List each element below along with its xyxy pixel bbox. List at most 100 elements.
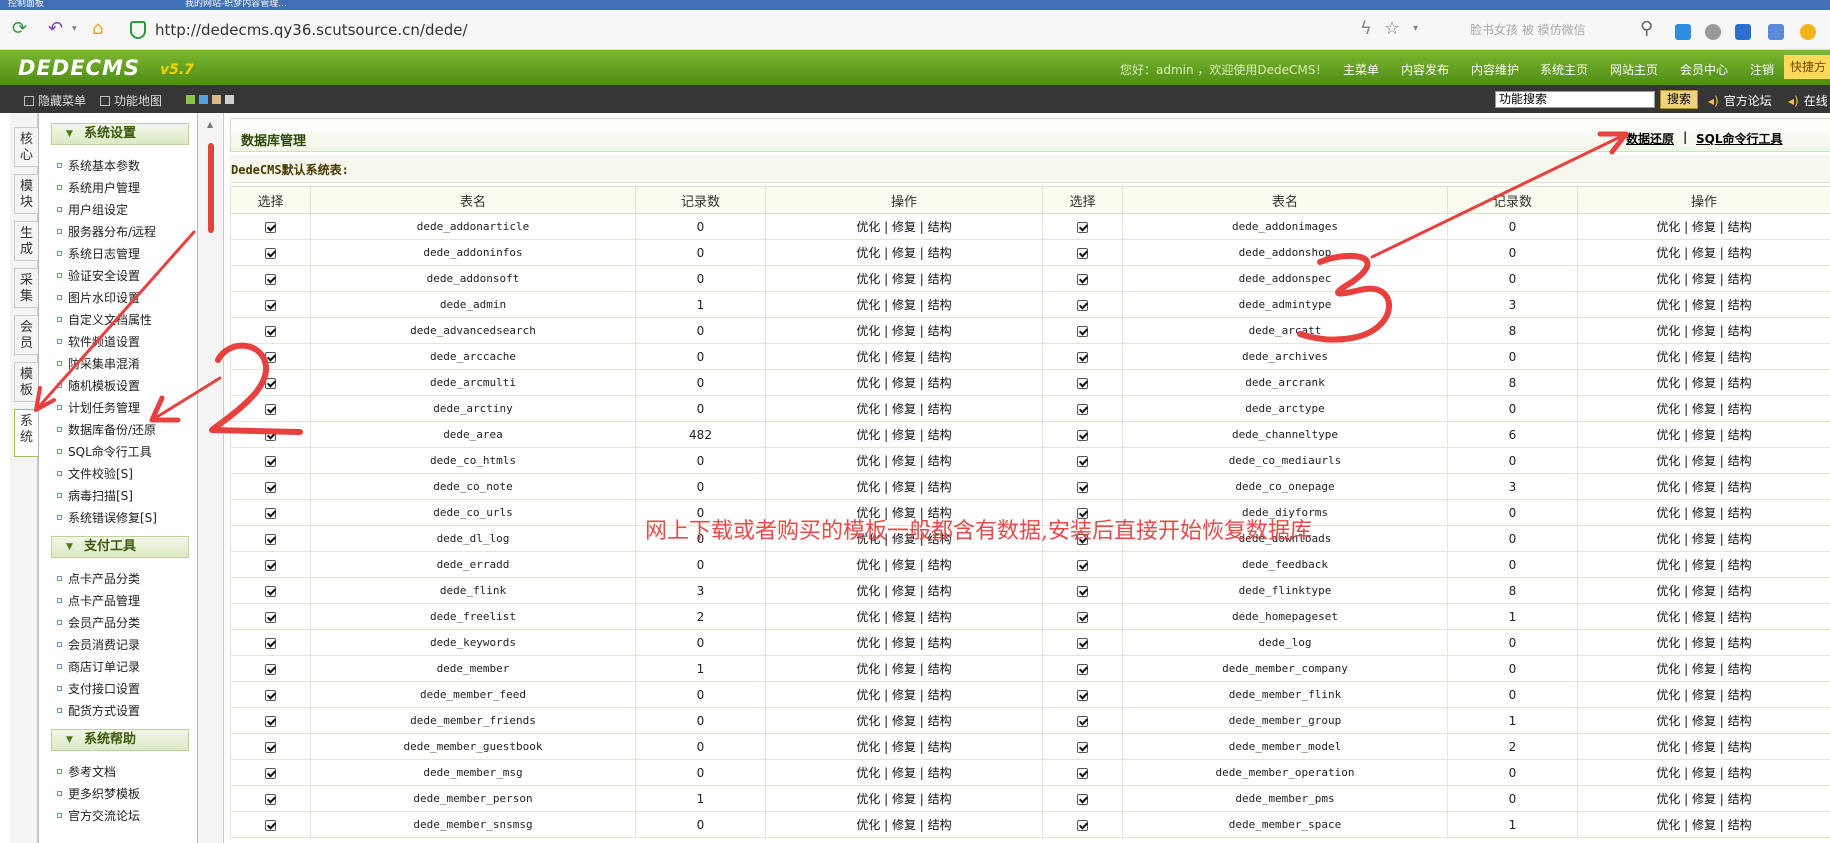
- select-checkbox[interactable]: [265, 533, 276, 545]
- select-checkbox[interactable]: [265, 247, 276, 259]
- browser-tab-2[interactable]: 我的网站-织梦内容管理...: [185, 0, 365, 10]
- menu-section-system-help[interactable]: ▼ 系统帮助: [51, 729, 189, 751]
- menu-item[interactable]: 随机模板设置: [57, 377, 140, 394]
- select-checkbox[interactable]: [1077, 585, 1088, 597]
- table-operations-links[interactable]: 优化 | 修复 | 结构: [1656, 454, 1751, 468]
- sql-command-link[interactable]: SQL命令行工具: [1696, 130, 1783, 147]
- table-operations-links[interactable]: 优化 | 修复 | 结构: [856, 636, 951, 650]
- table-operations-links[interactable]: 优化 | 修复 | 结构: [1656, 688, 1751, 702]
- table-operations-links[interactable]: 优化 | 修复 | 结构: [856, 272, 951, 286]
- nav-content-publish[interactable]: 内容发布: [1401, 61, 1449, 78]
- table-operations-links[interactable]: 优化 | 修复 | 结构: [856, 402, 951, 416]
- table-operations-links[interactable]: 优化 | 修复 | 结构: [856, 428, 951, 442]
- menu-item[interactable]: 系统日志管理: [57, 245, 140, 262]
- nav-site-home[interactable]: 网站主页: [1610, 61, 1658, 78]
- function-search-button[interactable]: 搜索: [1660, 90, 1698, 109]
- table-operations-links[interactable]: 优化 | 修复 | 结构: [856, 610, 951, 624]
- table-operations-links[interactable]: 优化 | 修复 | 结构: [856, 714, 951, 728]
- select-checkbox[interactable]: [265, 455, 276, 467]
- table-operations-links[interactable]: 优化 | 修复 | 结构: [1656, 792, 1751, 806]
- menu-item-database-backup[interactable]: 数据库备份/还原: [57, 421, 156, 438]
- function-search-input[interactable]: 功能搜索: [1495, 91, 1655, 108]
- select-checkbox[interactable]: [265, 585, 276, 597]
- select-checkbox[interactable]: [265, 221, 276, 233]
- table-operations-links[interactable]: 优化 | 修复 | 结构: [856, 454, 951, 468]
- home-icon[interactable]: ⌂: [92, 19, 103, 39]
- side-tab-generate[interactable]: 生成: [14, 221, 38, 261]
- select-checkbox[interactable]: [1077, 455, 1088, 467]
- table-operations-links[interactable]: 优化 | 修复 | 结构: [1656, 272, 1751, 286]
- table-operations-links[interactable]: 优化 | 修复 | 结构: [1656, 740, 1751, 754]
- select-checkbox[interactable]: [265, 741, 276, 753]
- menu-item[interactable]: 参考文档: [57, 763, 116, 780]
- hide-menu-button[interactable]: 隐藏菜单: [24, 92, 86, 109]
- menu-item[interactable]: 会员消费记录: [57, 636, 140, 653]
- table-operations-links[interactable]: 优化 | 修复 | 结构: [1656, 324, 1751, 338]
- table-operations-links[interactable]: 优化 | 修复 | 结构: [856, 584, 951, 598]
- side-tab-core[interactable]: 核心: [14, 127, 38, 167]
- chevron-down-icon[interactable]: ▾: [1413, 19, 1418, 39]
- side-tab-template[interactable]: 模板: [14, 362, 38, 402]
- table-operations-links[interactable]: 优化 | 修复 | 结构: [856, 766, 951, 780]
- menu-item[interactable]: 计划任务管理: [57, 399, 140, 416]
- select-checkbox[interactable]: [1077, 663, 1088, 675]
- select-checkbox[interactable]: [1077, 611, 1088, 623]
- table-operations-links[interactable]: 优化 | 修复 | 结构: [1656, 532, 1751, 546]
- table-operations-links[interactable]: 优化 | 修复 | 结构: [1656, 506, 1751, 520]
- table-operations-links[interactable]: 优化 | 修复 | 结构: [856, 298, 951, 312]
- menu-item[interactable]: 会员产品分类: [57, 614, 140, 631]
- table-operations-links[interactable]: 优化 | 修复 | 结构: [856, 324, 951, 338]
- table-operations-links[interactable]: 优化 | 修复 | 结构: [856, 792, 951, 806]
- theme-swatch-blue[interactable]: [199, 95, 208, 104]
- menu-item[interactable]: 更多织梦模板: [57, 785, 140, 802]
- nav-system-home[interactable]: 系统主页: [1540, 61, 1588, 78]
- extension-icon-4[interactable]: [1768, 24, 1784, 40]
- side-tab-collect[interactable]: 采集: [14, 268, 38, 308]
- side-tab-member[interactable]: 会员: [14, 315, 38, 355]
- menu-item[interactable]: 系统基本参数: [57, 157, 140, 174]
- menu-item[interactable]: 服务器分布/远程: [57, 223, 156, 240]
- extension-icon-3[interactable]: [1735, 24, 1751, 40]
- select-checkbox[interactable]: [265, 351, 276, 363]
- select-checkbox[interactable]: [1077, 351, 1088, 363]
- table-operations-links[interactable]: 优化 | 修复 | 结构: [1656, 220, 1751, 234]
- menu-item[interactable]: 系统用户管理: [57, 179, 140, 196]
- select-checkbox[interactable]: [1077, 819, 1088, 831]
- table-operations-links[interactable]: 优化 | 修复 | 结构: [1656, 246, 1751, 260]
- menu-item[interactable]: 自定义文档属性: [57, 311, 152, 328]
- menu-item[interactable]: 商店订单记录: [57, 658, 140, 675]
- dropdown-icon[interactable]: ▾: [72, 19, 77, 39]
- star-icon[interactable]: ☆: [1384, 19, 1400, 39]
- table-operations-links[interactable]: 优化 | 修复 | 结构: [856, 246, 951, 260]
- table-operations-links[interactable]: 优化 | 修复 | 结构: [1656, 402, 1751, 416]
- select-checkbox[interactable]: [265, 559, 276, 571]
- url-field[interactable]: http://dedecms.qy36.scutsource.cn/dede/: [155, 21, 468, 39]
- select-checkbox[interactable]: [265, 429, 276, 441]
- select-checkbox[interactable]: [265, 507, 276, 519]
- select-checkbox[interactable]: [265, 715, 276, 727]
- table-operations-links[interactable]: 优化 | 修复 | 结构: [1656, 818, 1751, 832]
- table-operations-links[interactable]: 优化 | 修复 | 结构: [856, 376, 951, 390]
- menu-item[interactable]: 防采集串混淆: [57, 355, 140, 372]
- extension-icon-1[interactable]: [1675, 24, 1691, 40]
- data-restore-link[interactable]: 数据还原: [1626, 130, 1674, 147]
- select-checkbox[interactable]: [1077, 429, 1088, 441]
- theme-swatch-gray[interactable]: [225, 95, 234, 104]
- table-operations-links[interactable]: 优化 | 修复 | 结构: [856, 558, 951, 572]
- table-operations-links[interactable]: 优化 | 修复 | 结构: [1656, 480, 1751, 494]
- nav-main-menu[interactable]: 主菜单: [1343, 61, 1379, 78]
- menu-splitter[interactable]: [198, 113, 224, 843]
- table-operations-links[interactable]: 优化 | 修复 | 结构: [1656, 350, 1751, 364]
- menu-item[interactable]: 点卡产品管理: [57, 592, 140, 609]
- menu-item[interactable]: 支付接口设置: [57, 680, 140, 697]
- select-checkbox[interactable]: [265, 637, 276, 649]
- official-forum-link[interactable]: ◂) 官方论坛: [1708, 92, 1772, 109]
- menu-item[interactable]: 病毒扫描[S]: [57, 487, 133, 504]
- nav-shortcut[interactable]: 快捷方: [1784, 55, 1830, 79]
- table-operations-links[interactable]: 优化 | 修复 | 结构: [856, 740, 951, 754]
- menu-item[interactable]: 用户组设定: [57, 201, 128, 218]
- table-operations-links[interactable]: 优化 | 修复 | 结构: [1656, 376, 1751, 390]
- undo-icon[interactable]: ↶: [48, 19, 63, 39]
- theme-swatch-tan[interactable]: [212, 95, 221, 104]
- select-checkbox[interactable]: [1077, 481, 1088, 493]
